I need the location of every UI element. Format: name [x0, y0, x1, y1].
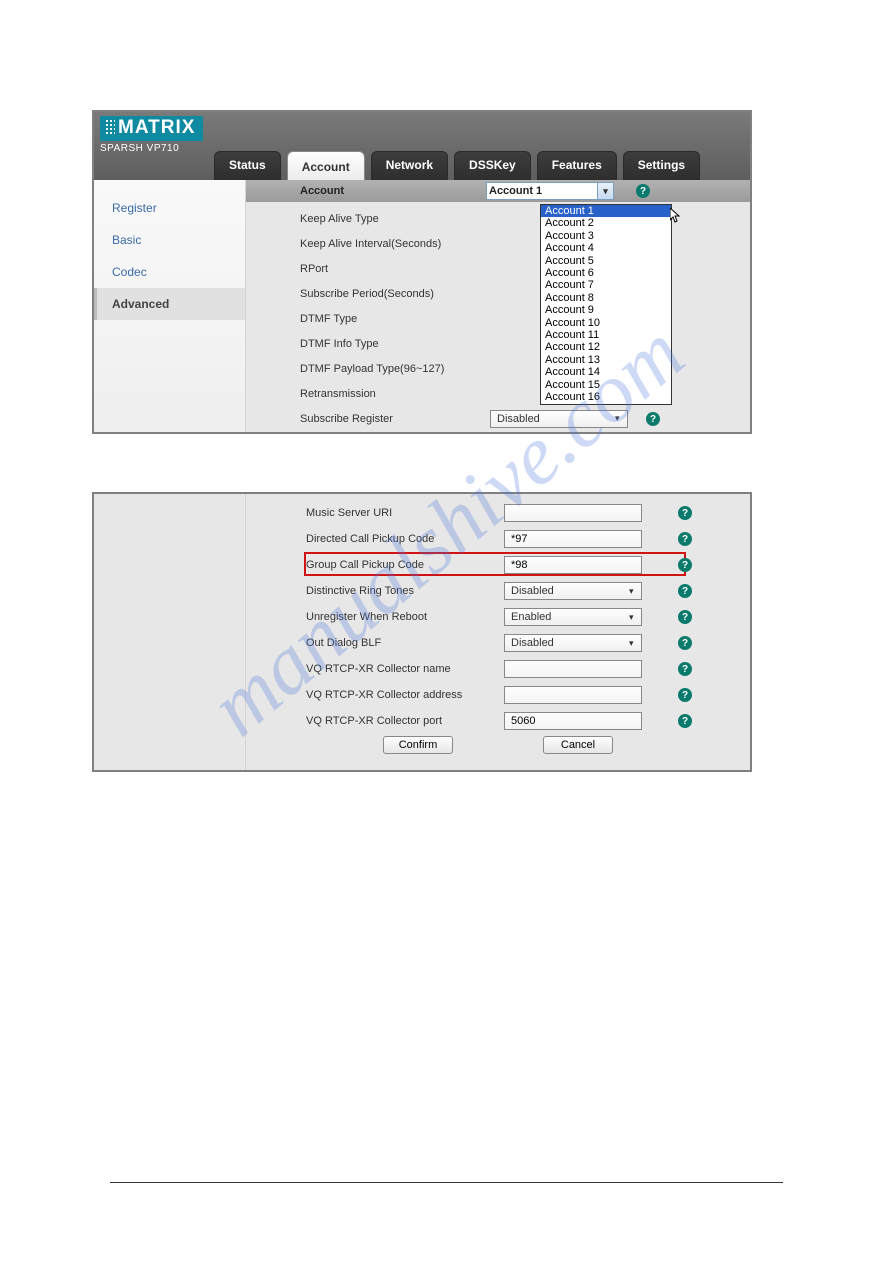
account-option[interactable]: Account 9	[541, 304, 671, 316]
vq-collector-name-input[interactable]	[504, 660, 642, 678]
form-area-2: Music Server URI? Directed Call Pickup C…	[246, 494, 750, 770]
form-header-row: Account Account 1 ▾ ?	[246, 180, 750, 202]
account-option[interactable]: Account 16	[541, 391, 671, 403]
select-value: Enabled	[511, 611, 551, 623]
help-icon[interactable]: ?	[646, 412, 660, 426]
tabs: Status Account Network DSSKey Features S…	[214, 151, 700, 180]
select-value: Disabled	[511, 637, 554, 649]
help-icon[interactable]: ?	[678, 584, 692, 598]
label-out-dialog-blf: Out Dialog BLF	[306, 637, 502, 649]
account-select[interactable]: Account 1 ▾	[486, 182, 614, 200]
label-rport: RPort	[300, 263, 490, 275]
confirm-button[interactable]: Confirm	[383, 736, 453, 754]
cancel-button[interactable]: Cancel	[543, 736, 613, 754]
tab-status[interactable]: Status	[214, 151, 281, 180]
label-dtmf-payload: DTMF Payload Type(96~127)	[300, 363, 490, 375]
tab-settings[interactable]: Settings	[623, 151, 700, 180]
account-dropdown[interactable]: Account 1 Account 2 Account 3 Account 4 …	[540, 204, 672, 405]
label-vq-collector-name: VQ RTCP-XR Collector name	[306, 663, 502, 675]
sidebar-item-register[interactable]: Register	[94, 192, 245, 224]
brand-logo: MATRIX	[100, 116, 203, 141]
label-retransmission: Retransmission	[300, 388, 490, 400]
sidebar: Register Basic Codec Advanced	[94, 180, 246, 432]
help-icon[interactable]: ?	[678, 636, 692, 650]
form-area-1: Account Account 1 ▾ ? Keep Alive Type? K…	[246, 180, 750, 432]
chevron-down-icon: ▾	[629, 586, 639, 597]
sidebar-item-codec[interactable]: Codec	[94, 256, 245, 288]
account-header-label: Account	[300, 185, 344, 197]
account-option[interactable]: Account 15	[541, 379, 671, 391]
label-distinctive-ring: Distinctive Ring Tones	[306, 585, 502, 597]
help-icon[interactable]: ?	[678, 688, 692, 702]
vq-collector-addr-input[interactable]	[504, 686, 642, 704]
account-option[interactable]: Account 3	[541, 230, 671, 242]
account-option[interactable]: Account 1	[541, 205, 671, 217]
account-select-value: Account 1	[489, 185, 542, 197]
account-option[interactable]: Account 5	[541, 255, 671, 267]
tab-features[interactable]: Features	[537, 151, 617, 180]
tab-account[interactable]: Account	[287, 151, 365, 180]
chevron-down-icon: ▾	[629, 638, 639, 649]
footer-rule	[110, 1182, 783, 1183]
label-keep-alive-interval: Keep Alive Interval(Seconds)	[300, 238, 490, 250]
help-icon[interactable]: ?	[678, 714, 692, 728]
label-subscribe-register: Subscribe Register	[300, 413, 490, 425]
brand-block: MATRIX SPARSH VP710	[100, 116, 203, 154]
tab-network[interactable]: Network	[371, 151, 448, 180]
account-option[interactable]: Account 14	[541, 366, 671, 378]
product-name: SPARSH VP710	[100, 143, 203, 154]
sidebar-item-advanced[interactable]: Advanced	[94, 288, 245, 320]
label-dtmf-info-type: DTMF Info Type	[300, 338, 490, 350]
chevron-down-icon: ▾	[597, 183, 613, 199]
label-dtmf-type: DTMF Type	[300, 313, 490, 325]
select-value: Disabled	[511, 585, 554, 597]
panel-account-top: MATRIX SPARSH VP710 Status Account Netwo…	[92, 110, 752, 434]
chevron-down-icon: ▾	[615, 413, 625, 424]
subscribe-register-select[interactable]: Disabled ▾	[490, 410, 628, 428]
account-option[interactable]: Account 4	[541, 242, 671, 254]
account-option[interactable]: Account 11	[541, 329, 671, 341]
label-vq-collector-addr: VQ RTCP-XR Collector address	[306, 689, 502, 701]
account-option[interactable]: Account 8	[541, 292, 671, 304]
label-music-server-uri: Music Server URI	[306, 507, 502, 519]
sidebar-placeholder	[94, 494, 246, 770]
help-icon[interactable]: ?	[678, 558, 692, 572]
account-option[interactable]: Account 13	[541, 354, 671, 366]
music-server-uri-input[interactable]	[504, 504, 642, 522]
account-option[interactable]: Account 12	[541, 341, 671, 353]
account-option[interactable]: Account 10	[541, 317, 671, 329]
sidebar-item-basic[interactable]: Basic	[94, 224, 245, 256]
account-option[interactable]: Account 7	[541, 279, 671, 291]
help-icon[interactable]: ?	[678, 610, 692, 624]
account-option[interactable]: Account 2	[541, 217, 671, 229]
unregister-reboot-select[interactable]: Enabled ▾	[504, 608, 642, 626]
help-icon[interactable]: ?	[678, 662, 692, 676]
tab-dsskey[interactable]: DSSKey	[454, 151, 531, 180]
distinctive-ring-select[interactable]: Disabled ▾	[504, 582, 642, 600]
help-icon[interactable]: ?	[678, 532, 692, 546]
label-keep-alive-type: Keep Alive Type	[300, 213, 490, 225]
vq-collector-port-input[interactable]	[504, 712, 642, 730]
panel-account-bottom: Music Server URI? Directed Call Pickup C…	[92, 492, 752, 772]
group-pickup-input[interactable]	[504, 556, 642, 574]
label-directed-pickup: Directed Call Pickup Code	[306, 533, 502, 545]
label-unregister-reboot: Unregister When Reboot	[306, 611, 502, 623]
out-dialog-blf-select[interactable]: Disabled ▾	[504, 634, 642, 652]
help-icon[interactable]: ?	[678, 506, 692, 520]
label-subscribe-period: Subscribe Period(Seconds)	[300, 288, 490, 300]
label-group-pickup: Group Call Pickup Code	[306, 559, 502, 571]
chevron-down-icon: ▾	[629, 612, 639, 623]
header-bar: MATRIX SPARSH VP710 Status Account Netwo…	[94, 112, 750, 180]
help-icon[interactable]: ?	[636, 184, 650, 198]
subscribe-register-value: Disabled	[497, 413, 540, 425]
account-option[interactable]: Account 6	[541, 267, 671, 279]
directed-pickup-input[interactable]	[504, 530, 642, 548]
label-vq-collector-port: VQ RTCP-XR Collector port	[306, 715, 502, 727]
